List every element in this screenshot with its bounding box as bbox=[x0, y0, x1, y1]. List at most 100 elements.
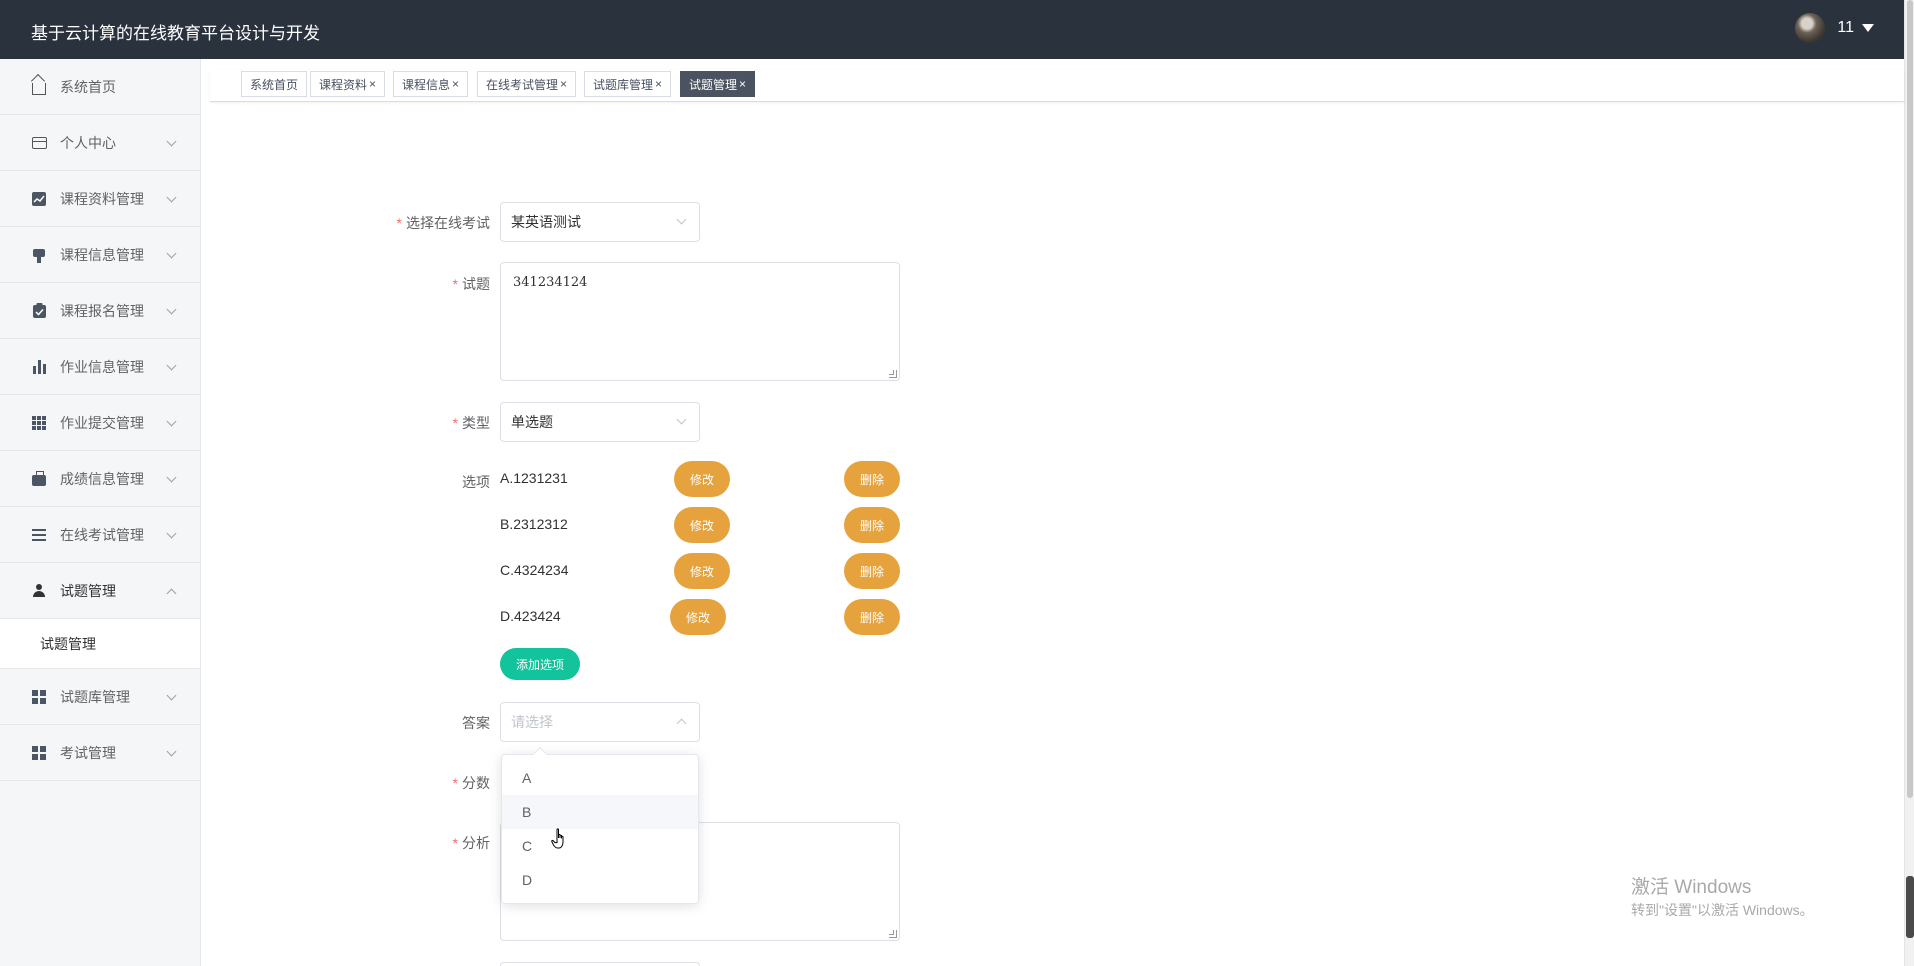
sidebar-subitem-question-management[interactable]: 试题管理 bbox=[0, 619, 200, 669]
tab-online-exam[interactable]: 在线考试管理 × bbox=[477, 71, 577, 97]
delete-option-button[interactable]: 删除 bbox=[844, 599, 900, 635]
user-icon bbox=[31, 583, 47, 599]
app-title: 基于云计算的在线教育平台设计与开发 bbox=[31, 24, 320, 43]
option-text: C.4324234 bbox=[500, 562, 569, 578]
sidebar-item-label: 作业提交管理 bbox=[60, 414, 144, 431]
chevron-down-icon bbox=[166, 416, 177, 427]
answer-option[interactable]: B bbox=[502, 795, 698, 829]
tab-question-management[interactable]: 试题管理 × bbox=[680, 71, 756, 97]
delete-option-button[interactable]: 删除 bbox=[844, 461, 900, 497]
sidebar-item-home[interactable]: 系统首页 bbox=[0, 59, 200, 115]
edit-option-button[interactable]: 修改 bbox=[670, 599, 726, 635]
avatar[interactable] bbox=[1795, 13, 1826, 43]
exam-label-text: 选择在线考试 bbox=[406, 215, 490, 231]
type-label: * 类型 bbox=[453, 413, 490, 433]
card-icon bbox=[31, 135, 47, 151]
required-mark: * bbox=[396, 215, 402, 231]
clipboard-icon bbox=[31, 303, 47, 319]
user-name[interactable]: 11 bbox=[1837, 19, 1854, 37]
answer-dropdown: A B C D bbox=[501, 746, 699, 904]
sidebar-item-question-bank[interactable]: 试题库管理 bbox=[0, 669, 200, 725]
sidebar-item-course-info[interactable]: 课程信息管理 bbox=[0, 227, 200, 283]
tab-course-materials[interactable]: 课程资料 × bbox=[310, 71, 386, 97]
option-text: D.423424 bbox=[500, 608, 561, 624]
required-mark: * bbox=[452, 835, 458, 851]
sidebar-item-label: 课程信息管理 bbox=[60, 246, 144, 263]
close-icon[interactable]: × bbox=[655, 77, 662, 91]
sidebar-item-label: 试题管理 bbox=[60, 582, 116, 599]
sidebar-item-homework-info[interactable]: 作业信息管理 bbox=[0, 339, 200, 395]
apps-icon bbox=[31, 689, 47, 705]
sidebar-item-label: 课程资料管理 bbox=[60, 190, 144, 207]
chevron-down-icon bbox=[166, 136, 177, 147]
type-select[interactable]: 单选题 bbox=[500, 402, 700, 442]
chevron-down-icon bbox=[166, 192, 177, 203]
dropdown-arrow bbox=[532, 746, 548, 762]
caret-down-icon[interactable] bbox=[1862, 24, 1874, 32]
analysis-label-text: 分析 bbox=[462, 835, 490, 851]
answer-option[interactable]: C bbox=[502, 829, 698, 863]
delete-option-button[interactable]: 删除 bbox=[844, 507, 900, 543]
hand-pointer-icon bbox=[551, 828, 564, 849]
page-scrollbar[interactable] bbox=[1904, 0, 1914, 966]
chevron-down-icon bbox=[166, 360, 177, 371]
user-menu[interactable]: 11 bbox=[1795, 13, 1874, 43]
answer-select-placeholder: 请选择 bbox=[511, 714, 553, 730]
resize-handle-icon[interactable] bbox=[889, 370, 897, 378]
exam-select-value: 某英语测试 bbox=[511, 214, 581, 230]
sidebar-item-grades[interactable]: 成绩信息管理 bbox=[0, 451, 200, 507]
chevron-down-icon bbox=[166, 746, 177, 757]
chevron-down-icon bbox=[166, 304, 177, 315]
analysis-label: * 分析 bbox=[453, 833, 490, 853]
sidebar-item-label: 课程报名管理 bbox=[60, 302, 144, 319]
answer-select[interactable]: 请选择 bbox=[500, 702, 700, 742]
options-label: 选项 bbox=[462, 474, 490, 490]
close-icon[interactable]: × bbox=[452, 77, 459, 91]
bar-chart-icon bbox=[31, 359, 47, 375]
chevron-down-icon bbox=[166, 248, 177, 259]
tab-question-bank[interactable]: 试题库管理 × bbox=[584, 71, 672, 97]
answer-option[interactable]: A bbox=[502, 761, 698, 795]
chevron-down-icon bbox=[166, 472, 177, 483]
tab-course-info[interactable]: 课程信息 × bbox=[393, 71, 469, 97]
question-textarea[interactable]: 341234124 bbox=[500, 262, 900, 381]
close-icon[interactable]: × bbox=[739, 77, 746, 91]
windows-activation-title: 激活 Windows bbox=[1631, 877, 1752, 898]
edit-option-button[interactable]: 修改 bbox=[674, 507, 730, 543]
close-icon[interactable]: × bbox=[560, 77, 567, 91]
scrollbar-handle[interactable] bbox=[1906, 876, 1914, 938]
edit-option-button[interactable]: 修改 bbox=[674, 461, 730, 497]
required-mark: * bbox=[452, 415, 458, 431]
answer-option[interactable]: D bbox=[502, 863, 698, 897]
sidebar-item-course-materials[interactable]: 课程资料管理 bbox=[0, 171, 200, 227]
chevron-up-icon bbox=[166, 588, 177, 599]
resize-handle-icon[interactable] bbox=[889, 930, 897, 938]
chevron-down-icon bbox=[166, 528, 177, 539]
question-label: * 试题 bbox=[453, 274, 490, 294]
delete-option-button[interactable]: 删除 bbox=[844, 553, 900, 589]
tabs-bar: 系统首页 课程资料 × 课程信息 × 在线考试管理 × 试题库管理 × 试题管理… bbox=[210, 70, 1904, 102]
sidebar-item-personal-center[interactable]: 个人中心 bbox=[0, 115, 200, 171]
top-header: 基于云计算的在线教育平台设计与开发 11 bbox=[0, 0, 1904, 59]
edit-option-button[interactable]: 修改 bbox=[674, 553, 730, 589]
question-text: 341234124 bbox=[513, 275, 588, 290]
grid-icon bbox=[31, 415, 47, 431]
sidebar-item-label: 个人中心 bbox=[60, 134, 116, 151]
type-select-value: 单选题 bbox=[511, 414, 553, 430]
sidebar-item-course-enrollment[interactable]: 课程报名管理 bbox=[0, 283, 200, 339]
exam-select[interactable]: 某英语测试 bbox=[500, 202, 700, 242]
tab-home[interactable]: 系统首页 bbox=[241, 71, 308, 97]
sidebar-item-label: 试题库管理 bbox=[60, 688, 130, 705]
sidebar-subitem-label: 试题管理 bbox=[40, 635, 96, 652]
add-option-button[interactable]: 添加选项 bbox=[500, 648, 580, 680]
option-text: B.2312312 bbox=[500, 516, 568, 532]
close-icon[interactable]: × bbox=[369, 77, 376, 91]
sidebar-item-homework-submission[interactable]: 作业提交管理 bbox=[0, 395, 200, 451]
sidebar-item-label: 系统首页 bbox=[60, 78, 116, 95]
sidebar-item-exam-management[interactable]: 考试管理 bbox=[0, 725, 200, 781]
sidebar-item-label: 考试管理 bbox=[60, 744, 116, 761]
scrollbar-thumb[interactable] bbox=[1907, 0, 1913, 798]
sidebar-item-question-management[interactable]: 试题管理 bbox=[0, 563, 200, 619]
tab-label: 试题库管理 bbox=[593, 77, 654, 92]
sidebar-item-online-exam[interactable]: 在线考试管理 bbox=[0, 507, 200, 563]
